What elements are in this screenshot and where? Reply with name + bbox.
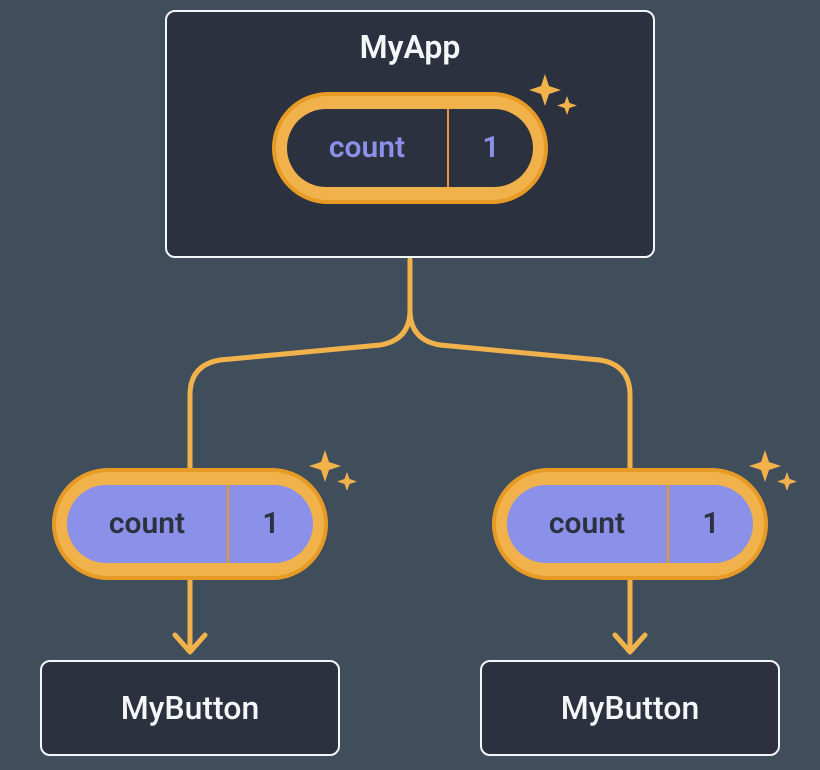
state-label: count	[287, 109, 447, 187]
parent-title: MyApp	[167, 28, 653, 66]
prop-value: 1	[669, 485, 753, 563]
child-prop-pill-left: count 1	[52, 468, 328, 580]
prop-value: 1	[229, 485, 313, 563]
child-title: MyButton	[482, 692, 778, 724]
child-component-box-right: MyButton	[480, 660, 780, 756]
child-component-box-left: MyButton	[40, 660, 340, 756]
state-value: 1	[449, 109, 533, 187]
child-title: MyButton	[42, 692, 338, 724]
prop-label: count	[507, 485, 667, 563]
parent-state-pill: count 1	[272, 92, 548, 204]
sparkle-icon	[527, 72, 579, 124]
sparkle-icon	[747, 448, 799, 500]
sparkle-icon	[307, 448, 359, 500]
child-prop-pill-right: count 1	[492, 468, 768, 580]
prop-label: count	[67, 485, 227, 563]
